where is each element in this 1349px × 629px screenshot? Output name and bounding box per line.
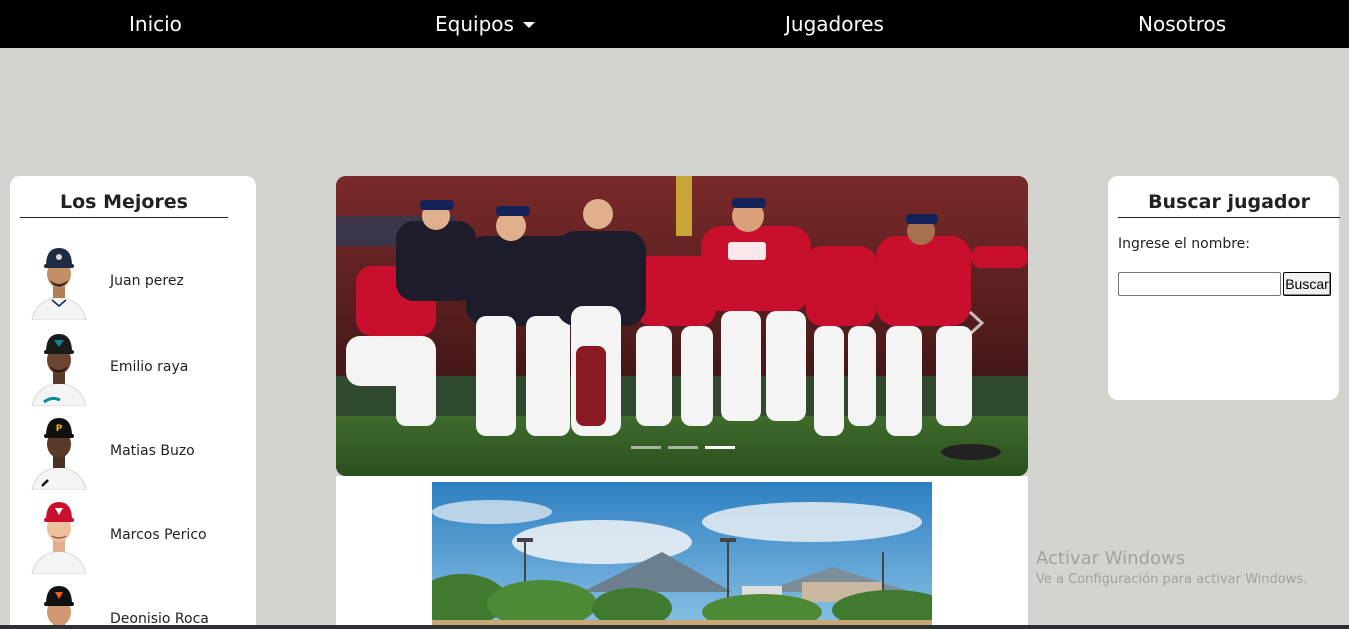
- search-player-card: Buscar jugador Ingrese el nombre: Buscar: [1108, 176, 1340, 400]
- search-player-title: Buscar jugador: [1118, 176, 1340, 218]
- search-label: Ingrese el nombre:: [1118, 236, 1251, 252]
- player-photo-matias-buzo: P: [31, 418, 87, 490]
- carousel-slide-image: [336, 176, 1028, 476]
- main-content-panel: [336, 476, 1028, 629]
- player-name: Emilio raya: [110, 359, 189, 375]
- nav-link-jugadores[interactable]: Jugadores: [785, 0, 884, 48]
- player-item[interactable]: P Matias Buzo: [30, 412, 250, 492]
- player-item[interactable]: Marcos Perico: [30, 496, 250, 576]
- player-photo-marcos-perico: [31, 502, 87, 574]
- best-players-card: Los Mejores Juan perez Emilio raya P Mat…: [10, 176, 256, 629]
- nav-link-inicio[interactable]: Inicio: [129, 0, 182, 48]
- image-carousel[interactable]: [336, 176, 1028, 476]
- carousel-indicator[interactable]: [631, 446, 661, 449]
- stadium-image: [432, 482, 932, 629]
- watermark-subtitle: Ve a Configuración para activar Windows.: [1036, 572, 1308, 587]
- search-button[interactable]: Buscar: [1283, 272, 1331, 296]
- player-photo-juan-perez: [31, 248, 87, 320]
- player-name: Matias Buzo: [110, 443, 195, 459]
- player-item[interactable]: Deonisio Roca: [30, 580, 250, 629]
- player-photo-deonisio-roca: [44, 586, 74, 629]
- os-taskbar: [0, 625, 1349, 629]
- player-name-input[interactable]: [1118, 272, 1281, 296]
- watermark-title: Activar Windows: [1036, 548, 1186, 569]
- player-item[interactable]: Emilio raya: [30, 328, 250, 408]
- nav-link-nosotros[interactable]: Nosotros: [1138, 0, 1226, 48]
- windows-activation-watermark: Activar Windows Ve a Configuración para …: [1036, 548, 1307, 587]
- svg-text:P: P: [56, 424, 63, 434]
- nav-link-equipos[interactable]: Equipos: [435, 0, 535, 48]
- carousel-next-icon[interactable]: [964, 308, 988, 338]
- best-players-title: Los Mejores: [20, 176, 228, 218]
- player-name: Marcos Perico: [110, 527, 207, 543]
- player-name: Juan perez: [110, 273, 184, 289]
- caret-down-icon: [522, 21, 535, 28]
- nav-link-equipos-label: Equipos: [435, 12, 514, 36]
- top-navigation: Inicio Equipos Jugadores Nosotros: [0, 0, 1349, 48]
- carousel-indicators: [631, 446, 735, 452]
- carousel-indicator[interactable]: [668, 446, 698, 449]
- player-photo-emilio-raya: [31, 334, 87, 406]
- player-item[interactable]: Juan perez: [30, 242, 250, 322]
- carousel-indicator-active[interactable]: [705, 446, 735, 449]
